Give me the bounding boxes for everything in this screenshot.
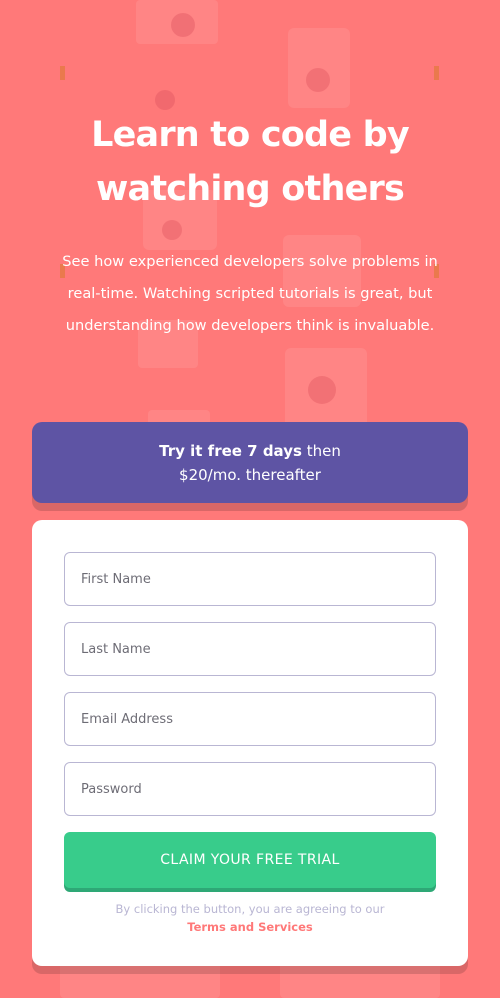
promo-price-text: $20/mo. thereafter xyxy=(179,466,321,484)
hero-headline-line-1: Learn to code by xyxy=(91,115,410,155)
password-input[interactable] xyxy=(64,762,436,816)
hero-headline-line-2: watching others xyxy=(95,169,405,209)
terms-text: By clicking the button, you are agreeing… xyxy=(115,902,385,916)
terms-and-services-link[interactable]: Terms and Services xyxy=(52,918,448,936)
hero-headline: Learn to code by watching others xyxy=(0,108,500,216)
claim-free-trial-button[interactable]: CLAIM YOUR FREE TRIAL xyxy=(64,832,436,888)
terms-notice: By clicking the button, you are agreeing… xyxy=(52,900,448,936)
hero-intro: See how experienced developers solve pro… xyxy=(34,246,466,342)
first-name-input[interactable] xyxy=(64,552,436,606)
email-input[interactable] xyxy=(64,692,436,746)
signup-form: CLAIM YOUR FREE TRIAL By clicking the bu… xyxy=(32,520,468,966)
hero-intro-line-1: See how experienced developers solve pro… xyxy=(62,253,438,270)
promo-bold-text: Try it free 7 days xyxy=(159,442,302,460)
hero-intro-line-3: understanding how developers think is in… xyxy=(65,317,435,334)
trial-promo-banner: Try it free 7 days then $20/mo. thereaft… xyxy=(32,422,468,503)
promo-then-text: then xyxy=(301,442,341,460)
page: Learn to code by watching others See how… xyxy=(0,0,500,998)
last-name-input[interactable] xyxy=(64,622,436,676)
hero-intro-line-2: real-time. Watching scripted tutorials i… xyxy=(67,285,433,302)
